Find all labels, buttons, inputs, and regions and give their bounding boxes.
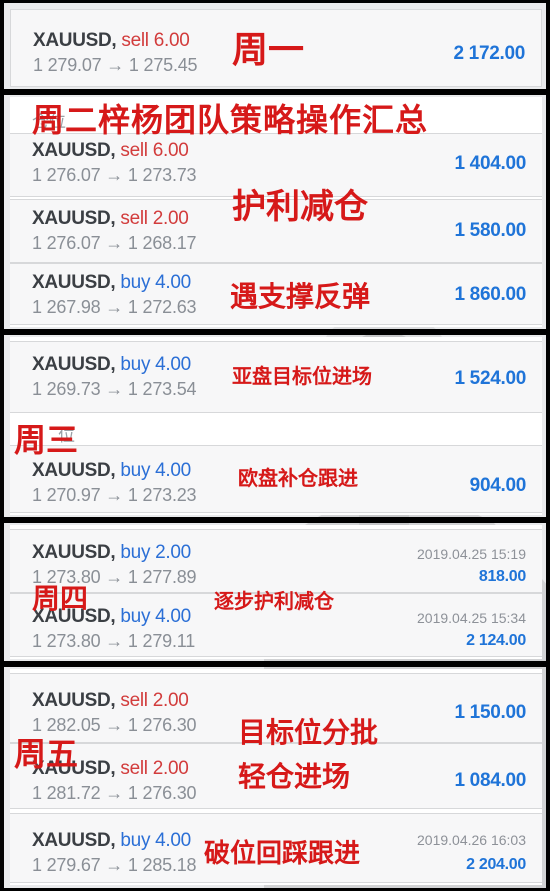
- annotation-friday: 周五: [14, 735, 79, 773]
- trade-prices: 1 281.72 → 1 276.30: [32, 783, 197, 803]
- trade-prices: 1 267.98 → 1 272.63: [32, 297, 197, 317]
- trade-prices: 1 273.80 → 1 279.11: [32, 631, 196, 651]
- trade-profit: 818.00: [478, 568, 526, 585]
- trade-symbol: XAUUSD, buy 4.00: [32, 272, 191, 293]
- annotation-europe-follow: 欧盘补仓跟进: [238, 466, 358, 490]
- trade-side: buy: [120, 830, 151, 851]
- trade-time: 2019.04.25 15:19: [417, 546, 526, 562]
- trade-side: buy: [120, 542, 151, 563]
- trade-time: 2019.04.26 16:03: [417, 832, 526, 848]
- trade-symbol: XAUUSD, buy 4.00: [32, 354, 191, 375]
- trade-profit: 1 084.00: [454, 770, 526, 791]
- trade-volume: 2.00: [152, 208, 189, 229]
- annotation-protect-reduce: 护利减仓: [232, 187, 368, 227]
- trade-side: buy: [120, 354, 151, 375]
- trade-side: buy: [120, 272, 151, 293]
- trade-prices: 1 276.07 → 1 268.17: [32, 233, 197, 253]
- trade-time: 2019.04.25 15:34: [417, 610, 526, 626]
- trade-volume: 2.00: [152, 690, 189, 711]
- trade-volume: 2.00: [152, 758, 189, 779]
- trade-symbol: XAUUSD, sell 2.00: [32, 208, 189, 229]
- trade-history-collage: XAUUSD, sell 6.00 1 279.07 → 1 275.45 2 …: [4, 3, 546, 888]
- trade-volume: 4.00: [155, 354, 191, 375]
- trade-volume: 4.00: [155, 830, 191, 851]
- section-divider: [4, 661, 546, 667]
- trade-symbol: XAUUSD, buy 4.00: [32, 460, 191, 481]
- section-divider: [4, 329, 546, 335]
- trade-volume: 4.00: [155, 272, 191, 293]
- trade-volume: 6.00: [152, 140, 189, 161]
- trade-symbol: XAUUSD, sell 6.00: [33, 30, 190, 51]
- trade-prices: 1 269.73 → 1 273.54: [32, 379, 197, 399]
- trade-profit: 1 404.00: [454, 153, 526, 174]
- section-divider: [4, 517, 546, 523]
- trade-row[interactable]: XAUUSD, buy 2.00 1 273.80 → 1 277.89 201…: [10, 529, 542, 593]
- annotation-tuesday-title: 周二梓杨团队策略操作汇总: [32, 101, 429, 139]
- trade-symbol: XAUUSD, sell 6.00: [32, 140, 189, 161]
- annotation-wednesday: 周三: [14, 421, 79, 459]
- trade-symbol: XAUUSD, sell 2.00: [32, 690, 189, 711]
- trade-profit: 2 204.00: [466, 856, 526, 873]
- trade-profit: 1 860.00: [454, 284, 526, 305]
- trade-profit: 2 124.00: [466, 632, 526, 649]
- trade-symbol: XAUUSD, buy 2.00: [32, 542, 191, 563]
- trade-side: buy: [120, 606, 151, 627]
- trade-symbol: XAUUSD, buy 4.00: [32, 830, 191, 851]
- annotation-support-rebound: 遇支撑反弹: [230, 280, 371, 313]
- trade-side: sell: [120, 690, 148, 711]
- trade-prices: 1 279.67 → 1 285.18: [32, 855, 197, 875]
- trade-side: sell: [120, 208, 148, 229]
- trade-volume: 4.00: [155, 460, 191, 481]
- annotation-monday: 周一: [232, 29, 305, 71]
- trade-side: buy: [120, 460, 151, 481]
- trade-side: sell: [121, 30, 149, 51]
- trade-profit: 1 580.00: [454, 220, 526, 241]
- annotation-breakout: 破位回踩跟进: [204, 839, 361, 869]
- annotation-asia-entry: 亚盘目标位进场: [232, 364, 372, 388]
- annotation-batch-line1: 目标位分批: [238, 716, 379, 749]
- trade-profit: 2 172.00: [453, 43, 525, 64]
- annotation-batch-line2: 轻仓进场: [238, 760, 351, 793]
- trade-profit: 904.00: [469, 475, 527, 496]
- trade-side: sell: [120, 758, 148, 779]
- annotation-gradual-reduce: 逐步护利减仓: [214, 589, 334, 613]
- trade-volume: 6.00: [153, 30, 190, 51]
- annotation-thursday: 周四: [32, 582, 89, 615]
- trade-profit: 1 524.00: [454, 368, 526, 389]
- trade-volume: 4.00: [155, 606, 191, 627]
- trade-side: sell: [120, 140, 148, 161]
- trade-profit: 1 150.00: [454, 702, 526, 723]
- trade-prices: 1 279.07 → 1 275.45: [33, 55, 198, 75]
- trade-prices: 1 276.07 → 1 273.73: [32, 165, 197, 185]
- trade-volume: 2.00: [155, 542, 191, 563]
- trade-prices: 1 270.97 → 1 273.23: [32, 485, 197, 505]
